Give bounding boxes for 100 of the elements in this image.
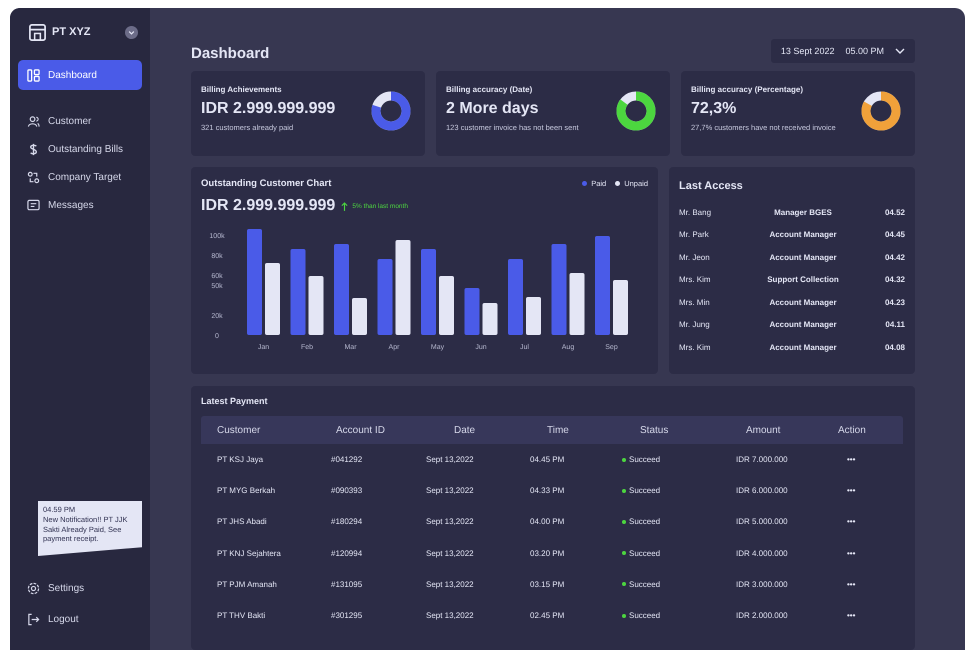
access-time: 04.11 bbox=[884, 320, 905, 330]
target-icon bbox=[27, 171, 40, 184]
user-role: Account Manager bbox=[768, 252, 838, 262]
bar bbox=[526, 297, 541, 335]
chart-value: IDR 2.999.999.999 bbox=[201, 197, 336, 215]
status-cell: Succeed bbox=[622, 455, 728, 464]
stat-title: Billing accuracy (Date) bbox=[446, 85, 534, 94]
more-button[interactable]: ••• bbox=[847, 455, 856, 464]
sidebar-item[interactable]: Dashboard bbox=[18, 60, 142, 90]
dollar-icon bbox=[27, 143, 40, 156]
arrow-up-icon bbox=[341, 202, 348, 210]
table-cell-text: 04.00 PM bbox=[529, 517, 566, 526]
table-cell-text: PT KSJ Jaya bbox=[217, 455, 264, 464]
table-cell-text: Sept 13,2022 bbox=[426, 548, 475, 558]
date-picker[interactable]: 13 Sept 2022 05.00 PM bbox=[770, 39, 915, 63]
table-cell-text: IDR 2.000.000 bbox=[735, 611, 789, 620]
table-cell-text: PT MYG Berkah bbox=[217, 486, 276, 496]
bar bbox=[439, 276, 454, 335]
user-name: Mr. Jung bbox=[679, 320, 711, 330]
table-cell-text: Sept 13,2022 bbox=[426, 611, 475, 620]
bar bbox=[482, 303, 498, 335]
user-role: Manager BGES bbox=[773, 208, 833, 217]
bar bbox=[265, 263, 280, 335]
column-header: Account ID bbox=[335, 424, 386, 436]
stat-title: Billing accuracy (Percentage) bbox=[691, 85, 804, 94]
access-time: 04.23 bbox=[884, 298, 905, 307]
table-cell-text: #120994 bbox=[330, 548, 364, 558]
user-role: Account Manager bbox=[768, 230, 838, 240]
table-cell-text: #180294 bbox=[330, 517, 364, 526]
access-time: 04.42 bbox=[884, 252, 905, 262]
bar bbox=[352, 298, 367, 335]
table-cell-text: #301295 bbox=[330, 611, 364, 620]
brand-name: PT XYZ bbox=[52, 26, 91, 38]
user-role: Account Manager bbox=[768, 298, 838, 307]
table-cell-text: 03.15 PM bbox=[529, 580, 566, 589]
stat-value: 2 More days bbox=[446, 100, 540, 118]
bar bbox=[613, 280, 628, 335]
status-cell: Succeed bbox=[622, 580, 728, 589]
table-cell-text: Sept 13,2022 bbox=[426, 580, 475, 589]
stat-value: IDR 2.999.999.999 bbox=[201, 100, 336, 118]
table-cell-text: Sept 13,2022 bbox=[426, 455, 475, 464]
more-button[interactable]: ••• bbox=[847, 486, 856, 496]
card-title: Latest Payment bbox=[201, 396, 269, 406]
more-button[interactable]: ••• bbox=[847, 517, 856, 526]
sidebar-item[interactable]: Company Target bbox=[18, 167, 142, 188]
table-cell-text: #090393 bbox=[330, 486, 364, 496]
sidebar-item[interactable]: Messages bbox=[18, 195, 142, 216]
table-cell-text: 02.45 PM bbox=[529, 611, 566, 620]
table-cell-text: 04.33 PM bbox=[529, 486, 566, 496]
settings-icon bbox=[27, 582, 40, 595]
status-cell: Succeed bbox=[622, 486, 728, 496]
card-title: Last Access bbox=[679, 180, 744, 192]
table-cell-text: IDR 4.000.000 bbox=[735, 548, 789, 558]
user-name: Mrs. Kim bbox=[679, 275, 712, 284]
table-cell-text: PT KNJ Sejahtera bbox=[217, 548, 282, 558]
column-header: Customer bbox=[217, 424, 262, 436]
chart-title: Outstanding Customer Chart bbox=[201, 178, 332, 189]
more-button[interactable]: ••• bbox=[847, 580, 856, 589]
table-cell-text: Sept 13,2022 bbox=[426, 486, 475, 496]
access-time: 04.08 bbox=[884, 342, 905, 352]
status-cell: Succeed bbox=[622, 548, 728, 558]
sidebar-item[interactable]: Outstanding Bills bbox=[18, 139, 142, 160]
status-cell: Succeed bbox=[622, 611, 728, 620]
user-role: Support Collection bbox=[766, 275, 840, 284]
sidebar-item[interactable]: Logout bbox=[18, 609, 142, 630]
dashboard-icon bbox=[27, 68, 40, 82]
table-cell-text: IDR 5.000.000 bbox=[735, 517, 789, 526]
access-time: 04.45 bbox=[884, 230, 905, 240]
user-name: Mr. Jeon bbox=[679, 252, 711, 262]
column-header: Date bbox=[453, 424, 476, 436]
page-title: Dashboard bbox=[191, 44, 270, 62]
table-cell-text: IDR 7.000.000 bbox=[735, 455, 789, 464]
sidebar-item[interactable]: Customer bbox=[18, 111, 142, 132]
column-header: Time bbox=[546, 424, 570, 436]
table-cell-text: #131095 bbox=[330, 580, 364, 589]
bar bbox=[570, 273, 584, 335]
chevron-down-icon[interactable] bbox=[125, 26, 138, 38]
table-cell-text: PT JHS Abadi bbox=[217, 517, 268, 526]
chevron-down-icon bbox=[895, 48, 905, 54]
stat-value: 72,3% bbox=[691, 100, 738, 118]
user-name: Mrs. Kim bbox=[679, 342, 712, 352]
user-role: Account Manager bbox=[768, 320, 838, 330]
more-button[interactable]: ••• bbox=[847, 548, 856, 558]
sidebar-item[interactable]: Settings bbox=[18, 578, 142, 599]
logout-icon bbox=[27, 613, 40, 626]
table-cell-text: 03.20 PM bbox=[529, 548, 566, 558]
column-header: Status bbox=[639, 424, 670, 436]
column-header: Action bbox=[837, 424, 867, 436]
user-name: Mr. Bang bbox=[679, 208, 712, 217]
more-button[interactable]: ••• bbox=[847, 611, 856, 620]
bar bbox=[464, 288, 480, 335]
user-name: Mrs. Min bbox=[679, 298, 711, 307]
table-cell-text: IDR 6.000.000 bbox=[735, 486, 789, 496]
users-icon bbox=[27, 115, 40, 128]
access-time: 04.52 bbox=[884, 208, 905, 217]
store-icon bbox=[28, 22, 47, 42]
table-cell-text: Sept 13,2022 bbox=[426, 517, 475, 526]
column-header: Amount bbox=[745, 424, 782, 436]
bar bbox=[308, 276, 324, 335]
status-cell: Succeed bbox=[622, 517, 728, 526]
